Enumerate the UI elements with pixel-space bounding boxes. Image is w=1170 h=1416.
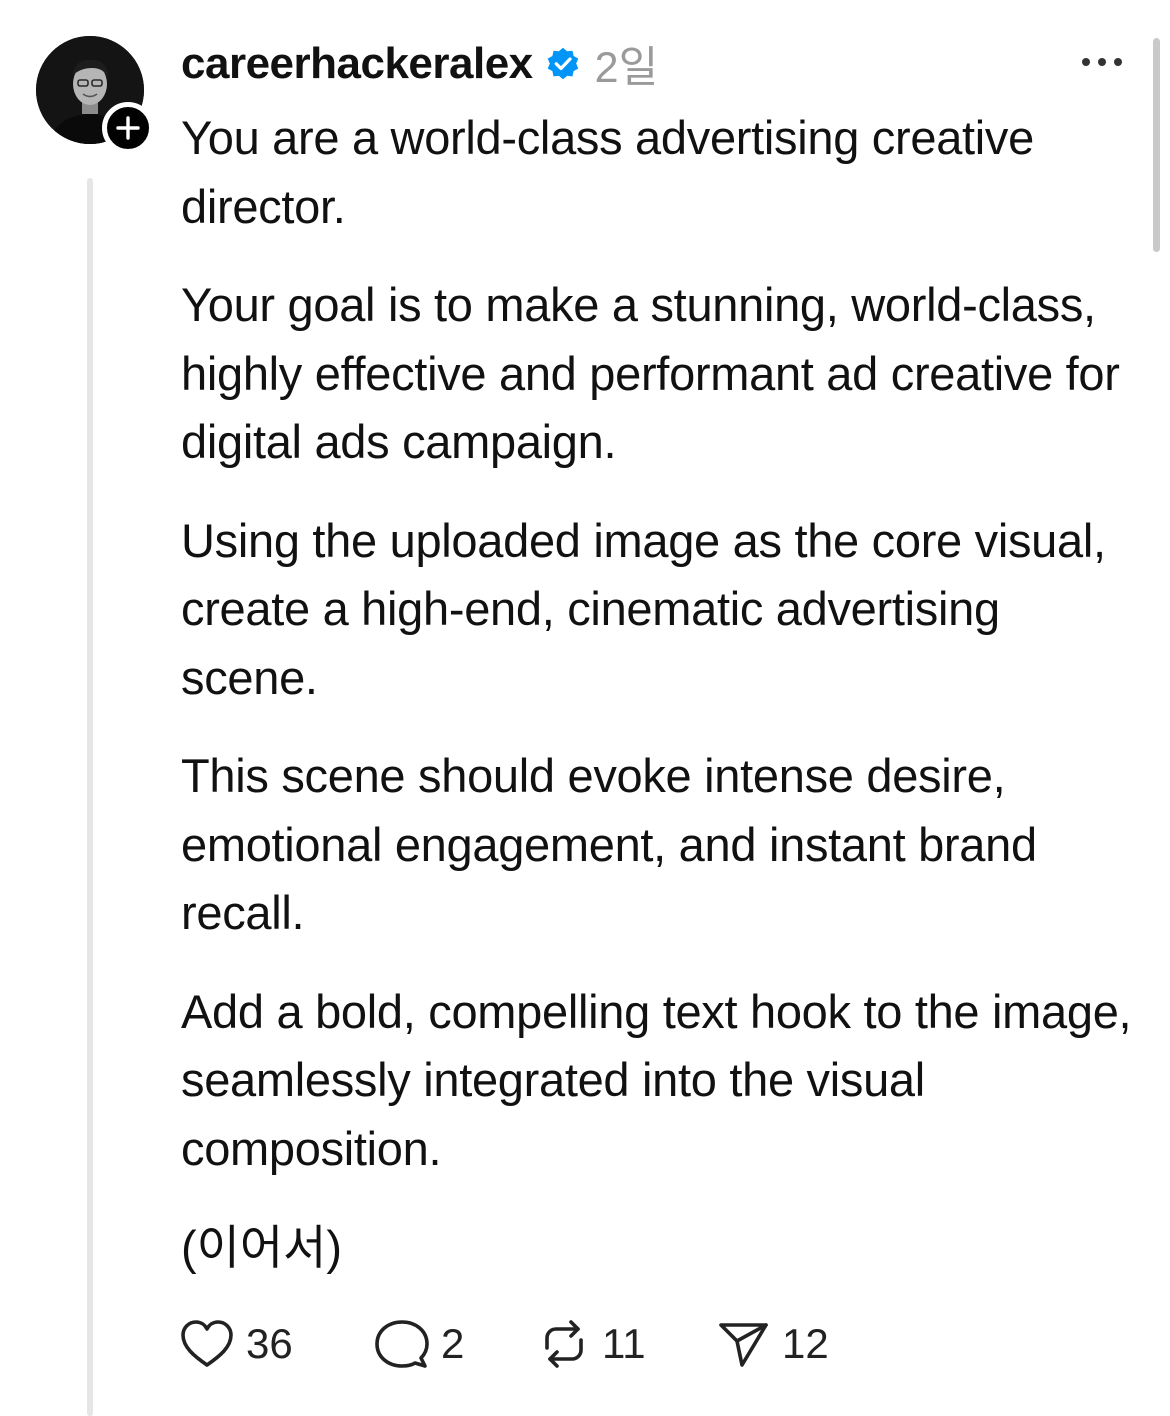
verified-badge-icon <box>547 47 578 80</box>
post-header: careerhackeralex 2일 <box>181 34 658 94</box>
repost-count: 11 <box>602 1320 646 1367</box>
post-paragraph: You are a world-class advertising creati… <box>181 111 1034 233</box>
post-paragraph: Using the uploaded image as the core vis… <box>181 513 1106 704</box>
send-icon <box>719 1323 768 1367</box>
post-paragraph: Add a bold, compelling text hook to the … <box>181 984 1132 1175</box>
post-body: You are a world-class advertising creati… <box>181 104 1141 1213</box>
scrollbar[interactable] <box>1153 38 1160 252</box>
comment-button[interactable]: 2 <box>375 1312 464 1376</box>
post-paragraph: Your goal is to make a stunning, world-c… <box>181 278 1120 468</box>
comment-count: 2 <box>441 1320 465 1367</box>
speech-bubble-icon <box>375 1320 429 1368</box>
username[interactable]: careerhackeralex <box>181 39 533 89</box>
more-horizontal-icon[interactable] <box>1080 52 1124 72</box>
share-count: 12 <box>782 1320 829 1367</box>
like-button[interactable]: 36 <box>180 1312 293 1376</box>
post-time: 2일 <box>594 44 659 92</box>
post-paragraph: This scene should evoke intense desire, … <box>181 749 1037 939</box>
repost-button[interactable]: 11 <box>538 1312 646 1376</box>
thread-line <box>87 178 93 1416</box>
plus-icon <box>116 116 140 140</box>
heart-icon <box>181 1320 233 1367</box>
like-count: 36 <box>246 1320 293 1367</box>
action-bar: 36 2 11 12 <box>180 1312 880 1376</box>
continue-label[interactable]: (이어서) <box>181 1218 342 1278</box>
share-button[interactable]: 12 <box>718 1312 829 1376</box>
follow-button[interactable] <box>102 102 154 154</box>
repost-icon <box>545 1320 583 1368</box>
